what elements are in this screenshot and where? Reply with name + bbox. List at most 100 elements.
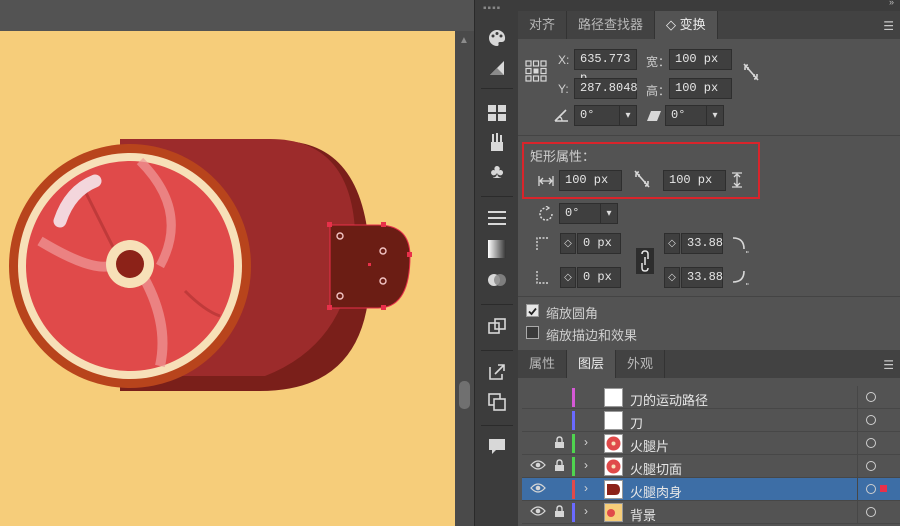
height-field[interactable]: 100 px <box>669 78 732 99</box>
artboards-icon[interactable] <box>485 315 509 339</box>
layer-name[interactable]: 火腿肉身 <box>630 482 682 501</box>
layer-color-bar <box>572 388 575 407</box>
tab-pathfinder[interactable]: 路径查找器 <box>567 11 656 39</box>
layer-row[interactable]: 刀的运动路径 <box>522 386 900 409</box>
selected-art-indicator[interactable] <box>880 485 887 492</box>
visibility-eye-icon[interactable] <box>530 413 546 427</box>
scroll-up-arrow-icon[interactable]: ▲ <box>459 35 469 46</box>
expand-chevron-icon[interactable]: › <box>584 481 588 495</box>
visibility-eye-icon[interactable] <box>530 505 546 519</box>
corner-tr-field[interactable]: 33.88 <box>681 233 723 254</box>
lock-icon[interactable] <box>554 505 566 519</box>
dock-grip-icon[interactable]: ▪▪▪▪ <box>483 3 501 14</box>
x-position-field[interactable]: 635.773 p <box>574 49 637 85</box>
visibility-eye-icon[interactable] <box>530 459 546 473</box>
layer-name[interactable]: 刀 <box>630 413 643 432</box>
rect-rotate-dropdown-chevron-icon[interactable]: ▾ <box>600 203 618 224</box>
corner-bottom-left-icon <box>536 270 552 287</box>
rect-rotate-field[interactable]: 0° <box>559 203 601 224</box>
visibility-eye-icon[interactable] <box>530 436 546 450</box>
stroke-lines-icon[interactable] <box>485 206 509 230</box>
layer-row[interactable]: 刀 <box>522 409 900 432</box>
lock-icon[interactable] <box>554 413 566 427</box>
layer-row[interactable]: › 火腿切面 <box>522 455 900 478</box>
layer-column-divider <box>857 432 858 455</box>
lock-icon[interactable] <box>554 390 566 404</box>
scale-corners-checkbox[interactable] <box>526 304 539 317</box>
lock-icon[interactable] <box>554 482 566 496</box>
target-circle-icon[interactable] <box>866 461 876 471</box>
expand-chevron-icon[interactable]: › <box>584 435 588 449</box>
corner-type-tr-stepper[interactable]: ◇ <box>664 233 680 254</box>
layer-name[interactable]: 火腿片 <box>630 436 669 455</box>
reference-point-icon[interactable] <box>525 60 547 85</box>
swatches-grid-icon[interactable] <box>485 101 509 125</box>
tab-appearance[interactable]: 外观 <box>616 350 666 378</box>
tab-align[interactable]: 对齐 <box>518 11 568 39</box>
rect-properties-highlight <box>522 142 760 199</box>
corner-top-left-icon <box>536 237 552 254</box>
rotate-field[interactable]: 0° <box>574 105 620 126</box>
tab-layers[interactable]: 图层 <box>567 350 617 378</box>
target-circle-icon[interactable] <box>866 507 876 517</box>
shear-dropdown-chevron-icon[interactable]: ▾ <box>706 105 724 126</box>
lock-icon[interactable] <box>554 459 566 473</box>
rect-rotate-icon <box>538 205 556 225</box>
brushes-icon[interactable] <box>485 130 509 154</box>
visibility-eye-icon[interactable] <box>530 390 546 404</box>
collapse-panel-icon[interactable]: » <box>889 0 894 7</box>
scale-strokes-checkbox[interactable] <box>526 326 539 339</box>
visibility-eye-icon[interactable] <box>530 482 546 496</box>
corner-tl-field[interactable]: 0 px <box>577 233 621 254</box>
corner-type-br-stepper[interactable]: ◇ <box>664 267 680 288</box>
height-label: 高： <box>646 84 671 98</box>
layers-stack-icon[interactable] <box>485 390 509 414</box>
canvas-area: ▲ <box>0 0 474 526</box>
transparency-icon[interactable] <box>485 268 509 292</box>
y-label: Y: <box>558 82 569 96</box>
expand-chevron-icon[interactable]: › <box>584 458 588 472</box>
layer-name[interactable]: 背景 <box>630 505 656 524</box>
layer-thumbnail <box>604 503 623 522</box>
color-palette-icon[interactable] <box>485 26 509 50</box>
symbols-club-icon[interactable]: ♣ <box>485 160 509 184</box>
constrain-proportions-link-icon[interactable] <box>742 62 760 85</box>
corner-type-bl-stepper[interactable]: ◇ <box>560 267 576 288</box>
panel-dock-icons: ▪▪▪▪ ♣ <box>474 0 518 526</box>
gradient-swatch-icon[interactable] <box>485 56 509 80</box>
target-circle-icon[interactable] <box>866 438 876 448</box>
shear-field[interactable]: 0° <box>665 105 707 126</box>
comments-icon[interactable] <box>485 434 509 458</box>
layer-row[interactable]: › 火腿肉身 <box>522 478 900 501</box>
width-field[interactable]: 100 px <box>669 49 732 70</box>
target-circle-icon[interactable] <box>866 415 876 425</box>
scrollbar-thumb[interactable] <box>459 381 470 409</box>
target-circle-icon[interactable] <box>866 484 876 494</box>
tab-transform[interactable]: ◇ 变换 <box>655 11 718 39</box>
lock-icon[interactable] <box>554 436 566 450</box>
corner-bl-field[interactable]: 0 px <box>577 267 621 288</box>
layer-color-bar <box>572 434 575 453</box>
ham-illustration <box>9 139 412 391</box>
y-position-field[interactable]: 287.8048 <box>574 78 638 99</box>
canvas-vertical-scrollbar[interactable]: ▲ <box>455 31 474 526</box>
layer-color-bar <box>572 503 575 522</box>
width-label: 宽： <box>646 55 671 69</box>
rotate-dropdown-chevron-icon[interactable]: ▾ <box>619 105 637 126</box>
layer-name[interactable]: 火腿切面 <box>630 459 682 478</box>
target-circle-icon[interactable] <box>866 392 876 402</box>
corner-type-tl-stepper[interactable]: ◇ <box>560 233 576 254</box>
layer-row[interactable]: › 火腿片 <box>522 432 900 455</box>
layers-menu-icon[interactable]: ☰ <box>883 358 894 372</box>
shear-icon <box>646 110 662 125</box>
panel-menu-icon[interactable]: ☰ <box>883 19 894 33</box>
layer-row[interactable]: › 背景 <box>522 501 900 524</box>
gradient-panel-icon[interactable] <box>485 237 509 261</box>
corner-link-icon[interactable] <box>636 248 654 277</box>
corner-br-field[interactable]: 33.88 <box>681 267 723 288</box>
export-icon[interactable] <box>485 360 509 384</box>
expand-chevron-icon[interactable]: › <box>584 504 588 518</box>
tab-properties[interactable]: 属性 <box>518 350 568 378</box>
layer-name[interactable]: 刀的运动路径 <box>630 390 708 409</box>
artboard[interactable] <box>0 31 455 526</box>
